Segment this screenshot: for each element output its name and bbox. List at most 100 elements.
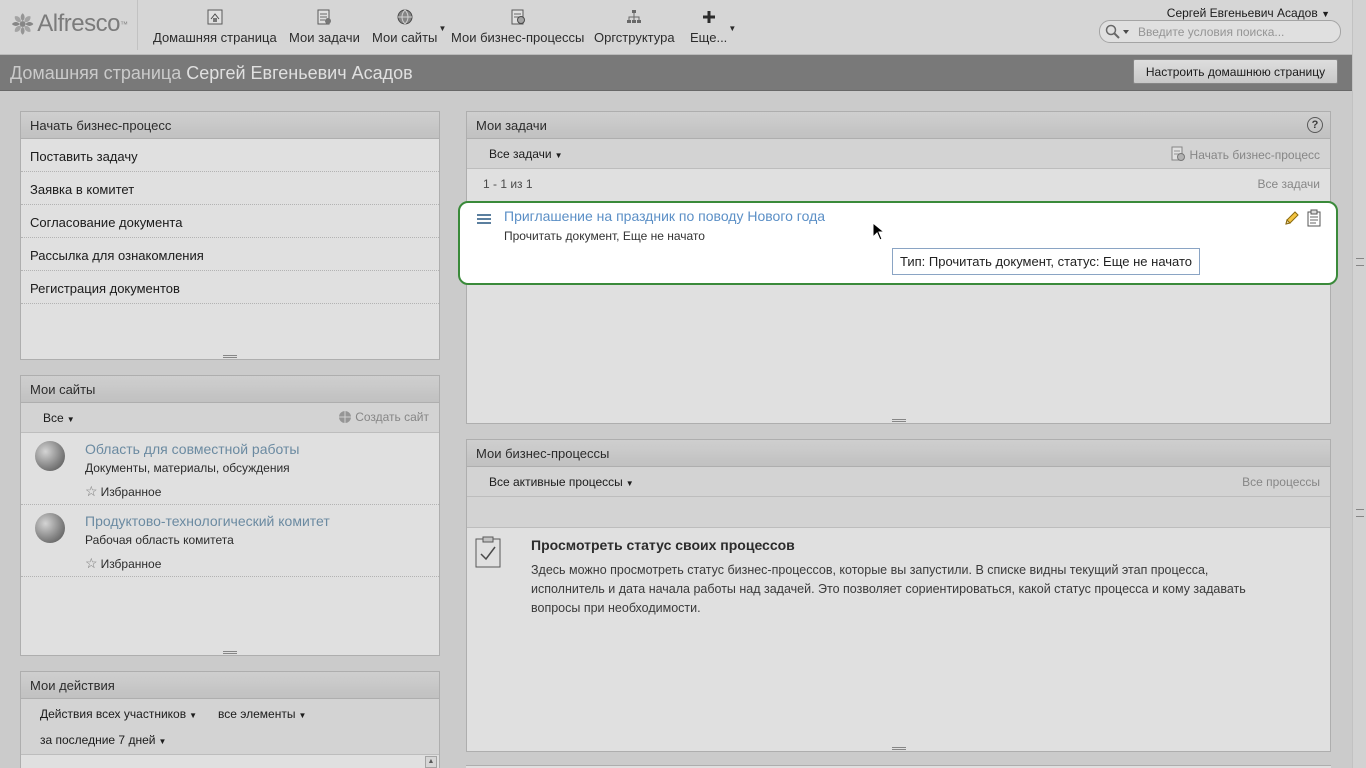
plus-icon: [702, 11, 715, 23]
resize-handle[interactable]: [891, 419, 906, 422]
task-menu-icon[interactable]: [477, 214, 491, 224]
scrollbar-grip: [1356, 509, 1364, 517]
chevron-down-icon: ▼: [298, 711, 307, 720]
workflow-link[interactable]: Рассылка для ознакомления: [21, 238, 439, 271]
nav-my-workflows[interactable]: Мои бизнес-процессы: [451, 8, 584, 48]
clipboard-check-icon: [475, 536, 501, 568]
sites-filter-dropdown[interactable]: Все ▼: [43, 411, 75, 425]
tasks-filter-dropdown[interactable]: Все задачи ▼: [489, 147, 562, 161]
header-divider: [137, 0, 138, 50]
nav-org-structure[interactable]: Оргструктура: [594, 8, 675, 48]
activity-items-dropdown[interactable]: все элементы ▼: [218, 707, 306, 721]
site-name-link[interactable]: Область для совместной работы: [85, 441, 299, 457]
nav-my-tasks[interactable]: Мои задачи: [289, 8, 360, 48]
favorite-toggle[interactable]: ☆ Избранное: [85, 483, 161, 500]
user-menu[interactable]: Сергей Евгеньевич Асадов ▼: [1167, 6, 1330, 20]
customize-dashboard-button[interactable]: Настроить домашнюю страницу: [1133, 59, 1338, 84]
workflow-link[interactable]: Заявка в комитет: [21, 172, 439, 205]
search-input[interactable]: [1138, 23, 1333, 40]
my-sites-toolbar: Все ▼ Создать сайт: [21, 403, 439, 433]
page-title: Домашняя страница Сергей Евгеньевич Асад…: [10, 63, 413, 84]
page-title-user: Сергей Евгеньевич Асадов: [186, 63, 413, 83]
sites-filter-label: Все: [43, 411, 64, 425]
workflow-link[interactable]: Согласование документа: [21, 205, 439, 238]
workflow-link[interactable]: Регистрация документов: [21, 271, 439, 304]
my-sites-title: Мои сайты: [21, 376, 439, 403]
resize-handle[interactable]: [891, 747, 906, 750]
start-workflow-list: Поставить задачу Заявка в комитет Соглас…: [21, 139, 439, 304]
nav-more-label: Еще...: [690, 30, 728, 45]
view-task-icon[interactable]: [1305, 209, 1323, 227]
edit-pencil-icon[interactable]: [1283, 209, 1301, 227]
nav-more[interactable]: Еще... ▼: [690, 8, 736, 48]
user-name: Сергей Евгеньевич Асадов: [1166, 6, 1318, 20]
my-tasks-title: Мои задачи ?: [467, 112, 1330, 139]
task-tooltip: Тип: Прочитать документ, статус: Еще не …: [892, 248, 1201, 275]
chevron-down-icon: ▼: [189, 711, 198, 720]
home-page-icon: [207, 9, 223, 25]
resize-handle[interactable]: [223, 355, 237, 358]
nav-my-sites[interactable]: Мои сайты ▼: [372, 8, 446, 48]
star-icon: ☆: [85, 555, 98, 571]
mouse-cursor-icon: [872, 222, 886, 241]
site-item: Продуктово-технологический комитет Рабоч…: [21, 505, 439, 577]
start-workflow-label: Начать бизнес-процесс: [1189, 148, 1320, 162]
workflows-icon: [511, 9, 525, 25]
sites-globe-icon: [397, 9, 413, 25]
resize-handle[interactable]: [223, 651, 237, 654]
site-description: Документы, материалы, обсуждения: [85, 461, 290, 475]
favorite-toggle[interactable]: ☆ Избранное: [85, 555, 161, 572]
nav-home[interactable]: Домашняя страница: [153, 8, 277, 48]
my-tasks-title-text: Мои задачи: [476, 118, 547, 133]
activity-users-label: Действия всех участников: [40, 707, 187, 721]
chevron-down-icon: ▼: [66, 415, 75, 424]
nav-home-label: Домашняя страница: [153, 30, 277, 45]
empty-state-title: Просмотреть статус своих процессов: [531, 537, 795, 553]
start-workflow-dashlet: Начать бизнес-процесс Поставить задачу З…: [20, 111, 440, 360]
workflows-filter-dropdown[interactable]: Все активные процессы ▼: [489, 475, 634, 489]
chevron-down-icon: ▼: [625, 479, 634, 488]
chevron-down-icon: ▼: [728, 24, 737, 33]
my-workflows-toolbar: Все активные процессы ▼ Все процессы: [467, 467, 1330, 497]
app-header: Alfresco ™ Домашняя страница Мои задачи М…: [0, 0, 1352, 55]
create-site-label: Создать сайт: [355, 410, 429, 424]
scroll-up-arrow[interactable]: ▲: [425, 756, 437, 768]
create-site-icon: [338, 411, 351, 423]
workflow-link[interactable]: Поставить задачу: [21, 139, 439, 172]
activity-users-dropdown[interactable]: Действия всех участников ▼: [40, 707, 197, 721]
start-workflow-link[interactable]: Начать бизнес-процесс: [1170, 146, 1320, 162]
create-site-link[interactable]: Создать сайт: [338, 410, 429, 424]
task-title-link[interactable]: Приглашение на праздник по поводу Нового…: [504, 208, 825, 224]
all-tasks-link[interactable]: Все задачи: [1257, 177, 1320, 191]
search-icon[interactable]: [1105, 24, 1131, 40]
my-activities-toolbar: Действия всех участников ▼ все элементы ▼ …: [21, 699, 439, 755]
alfresco-logo[interactable]: Alfresco ™: [10, 10, 128, 38]
alfresco-flower-icon: [11, 13, 34, 35]
tasks-filter-label: Все задачи: [489, 147, 552, 161]
all-workflows-link[interactable]: Все процессы: [1242, 475, 1320, 489]
page-title-prefix: Домашняя страница: [10, 63, 182, 83]
site-item: Область для совместной работы Документы,…: [21, 433, 439, 505]
workflows-spacer: [467, 497, 1330, 528]
site-description: Рабочая область комитета: [85, 533, 234, 547]
task-item[interactable]: Приглашение на праздник по поводу Нового…: [458, 201, 1338, 285]
help-icon[interactable]: ?: [1307, 117, 1323, 133]
chevron-down-icon: ▼: [554, 151, 563, 160]
tasks-icon: [317, 9, 332, 25]
site-name-link[interactable]: Продуктово-технологический комитет: [85, 513, 330, 529]
logo-text: Alfresco: [37, 10, 120, 37]
page-scrollbar[interactable]: [1352, 0, 1366, 768]
my-tasks-toolbar: Все задачи ▼ Начать бизнес-процесс: [467, 139, 1330, 169]
site-globe-icon: [35, 513, 65, 543]
search-box: [1099, 20, 1341, 43]
activity-period-dropdown[interactable]: за последние 7 дней ▼: [40, 733, 166, 747]
nav-my-sites-label: Мои сайты: [372, 30, 438, 45]
favorite-label: Избранное: [100, 485, 162, 499]
chevron-down-icon: ▼: [438, 24, 447, 33]
favorite-label: Избранное: [100, 557, 162, 571]
empty-state-text: Здесь можно просмотреть статус бизнес-пр…: [531, 563, 1246, 615]
nav-my-tasks-label: Мои задачи: [289, 30, 360, 45]
site-globe-icon: [35, 441, 65, 471]
workflows-filter-label: Все активные процессы: [489, 475, 623, 489]
nav-org-structure-label: Оргструктура: [594, 30, 675, 45]
